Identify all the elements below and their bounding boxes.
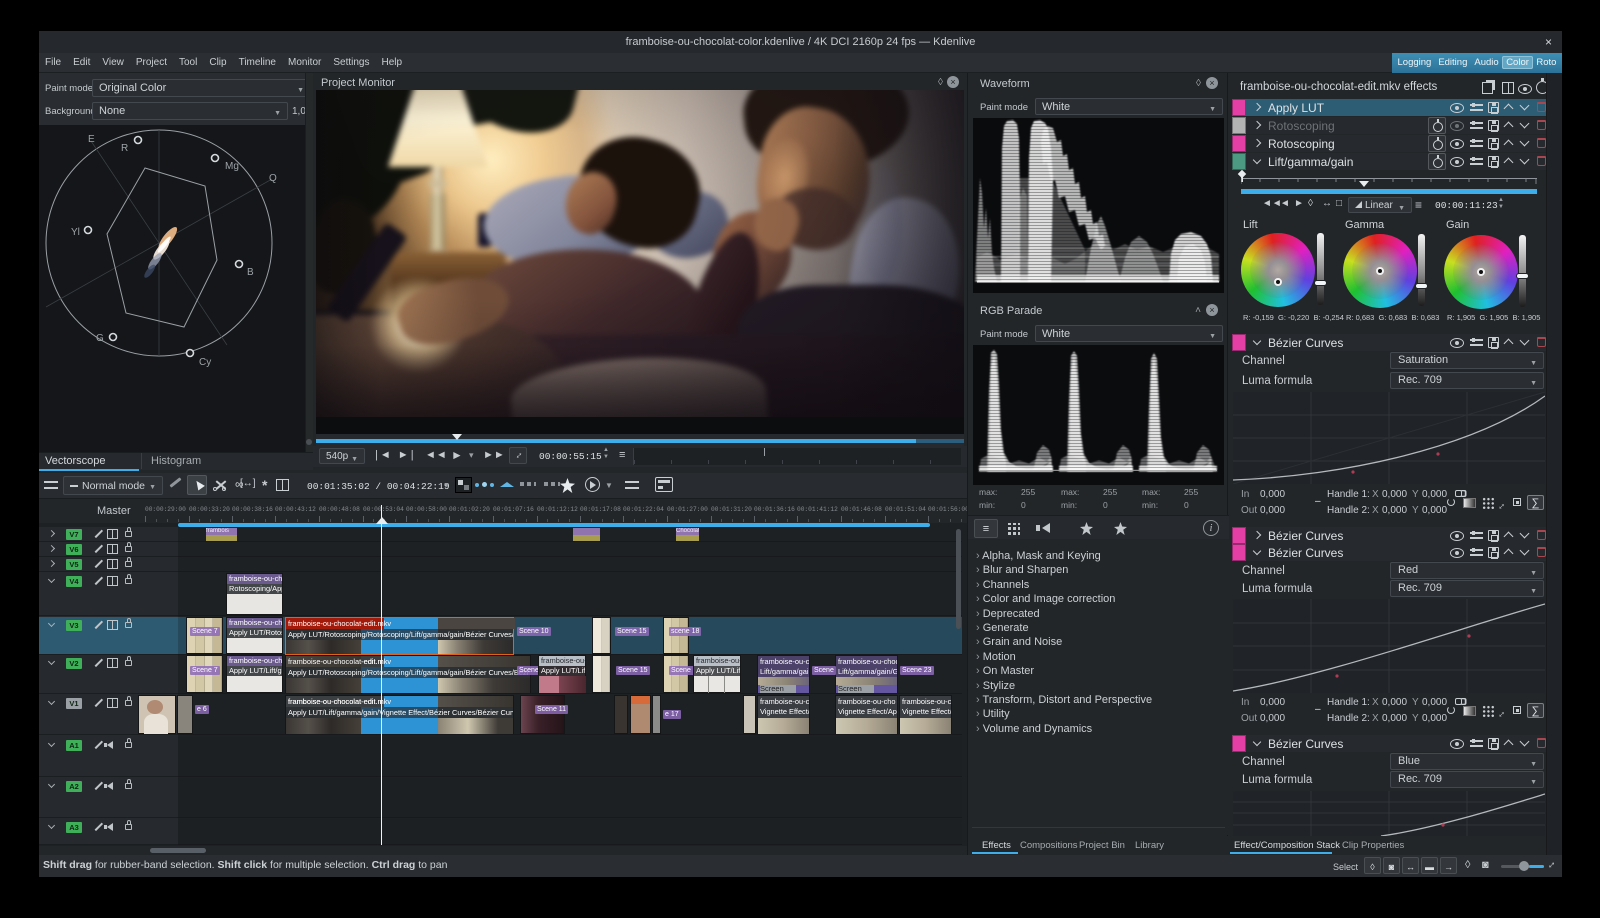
- svg-text:E: E: [88, 134, 95, 145]
- svg-text:Cy: Cy: [199, 357, 211, 368]
- svg-text:G: G: [96, 333, 104, 344]
- svg-text:Q: Q: [269, 173, 277, 184]
- svg-text:Mg: Mg: [225, 161, 239, 172]
- svg-text:Yl: Yl: [71, 227, 80, 238]
- svg-text:R: R: [121, 143, 128, 154]
- svg-text:B: B: [247, 267, 254, 278]
